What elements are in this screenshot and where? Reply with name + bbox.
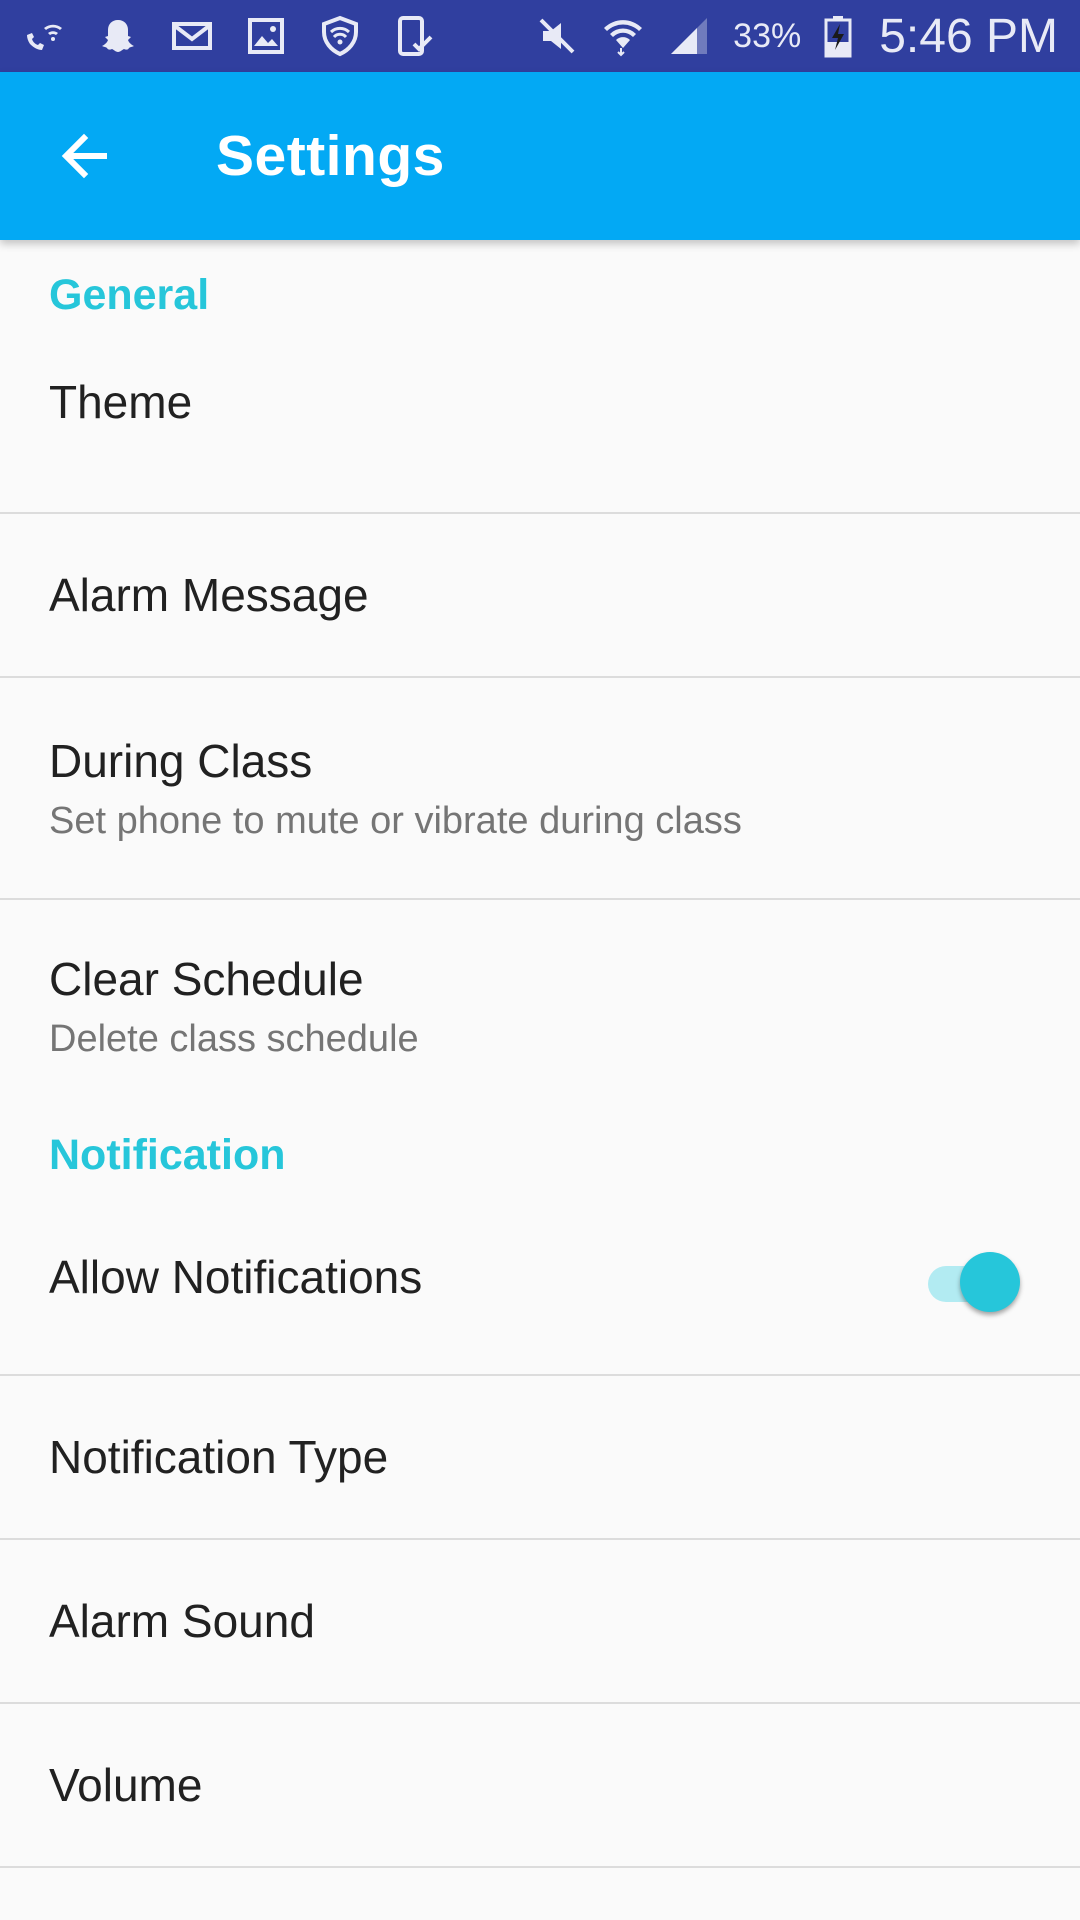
wifi-calling-icon — [22, 14, 66, 58]
pref-summary: Delete class schedule — [49, 1018, 419, 1060]
pref-allow-notifications[interactable]: Allow Notifications — [0, 1190, 1080, 1376]
pref-summary: Set phone to mute or vibrate during clas… — [49, 799, 742, 842]
battery-charging-icon — [823, 14, 853, 58]
wifi-icon — [601, 14, 645, 58]
pref-during-class[interactable]: During Class Set phone to mute or vibrat… — [0, 678, 1080, 900]
app-bar: Settings — [0, 72, 1080, 240]
pref-title: Clear Schedule — [49, 953, 364, 1005]
pref-title: Volume — [49, 1759, 203, 1811]
pref-title: Theme — [49, 376, 193, 428]
pref-alarm-sound[interactable]: Alarm Sound — [0, 1540, 1080, 1704]
arrow-back-icon — [61, 133, 107, 179]
clock: 5:46 PM — [879, 9, 1058, 63]
allow-notifications-switch[interactable] — [924, 1252, 1020, 1312]
back-button[interactable] — [40, 112, 128, 200]
pref-alarm-message[interactable]: Alarm Message — [0, 514, 1080, 678]
shield-icon — [318, 14, 362, 58]
mail-icon — [170, 14, 214, 58]
switch-thumb — [960, 1252, 1020, 1312]
settings-list[interactable]: General Theme Alarm Message During Class… — [0, 240, 1080, 1920]
pref-title: Notification Type — [49, 1431, 389, 1483]
image-icon — [244, 14, 288, 58]
page-title: Settings — [216, 124, 445, 188]
pref-clear-schedule[interactable]: Clear Schedule Delete class schedule — [0, 900, 1080, 1120]
pref-title: Alarm Sound — [49, 1595, 315, 1647]
status-bar: 33% 5:46 PM — [0, 0, 1080, 72]
pref-title: Allow Notifications — [49, 1251, 423, 1303]
pref-volume[interactable]: Volume — [0, 1704, 1080, 1868]
pref-title: During Class — [49, 734, 313, 787]
pref-theme[interactable]: Theme — [0, 320, 1080, 514]
signal-icon — [667, 14, 711, 58]
battery-percentage: 33% — [733, 16, 802, 55]
pref-title: Alarm Message — [49, 569, 369, 621]
section-header-notification: Notification — [49, 1130, 286, 1179]
mute-icon — [535, 14, 579, 58]
device-check-icon — [392, 14, 436, 58]
section-header-general: General — [49, 271, 210, 319]
snapchat-icon — [96, 14, 140, 58]
pref-notification-type[interactable]: Notification Type — [0, 1376, 1080, 1540]
